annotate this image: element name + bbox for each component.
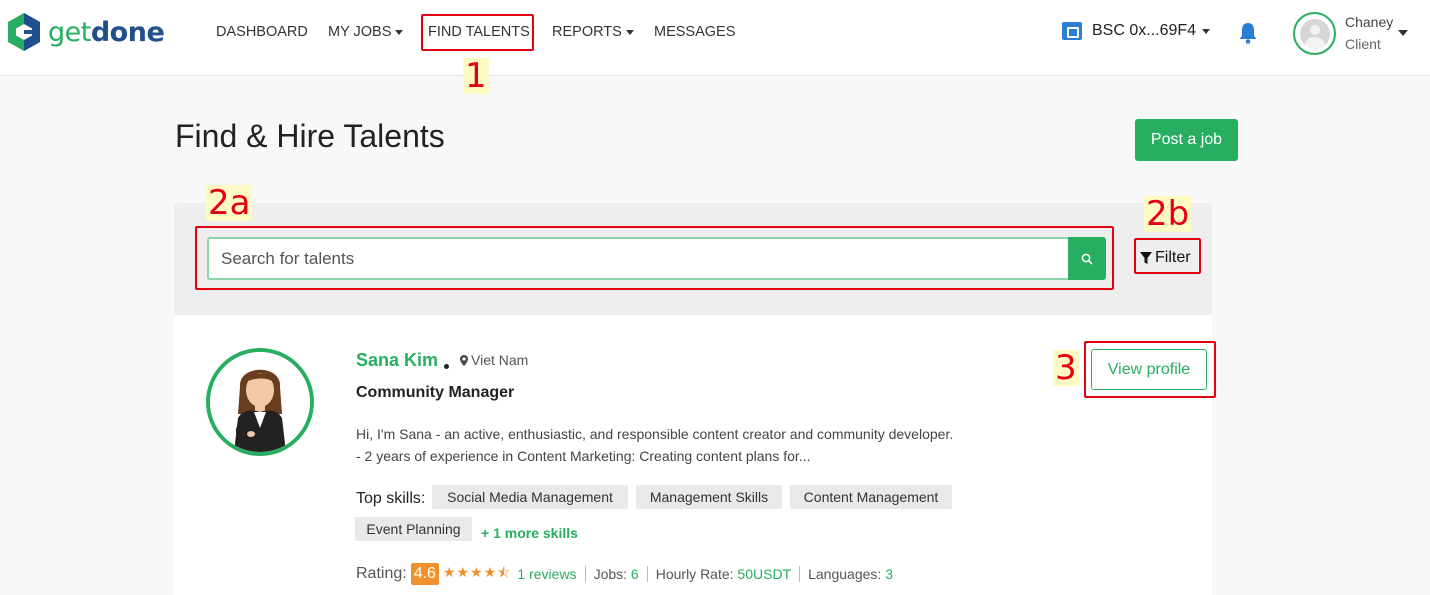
annotation-box-2a — [195, 226, 1114, 290]
talent-avatar[interactable] — [206, 348, 314, 456]
user-placeholder-icon — [1299, 18, 1330, 49]
jobs-label: Jobs: — [593, 566, 628, 582]
annotation-label-2b: 2b — [1144, 194, 1192, 234]
logo-icon — [8, 13, 40, 51]
divider — [799, 566, 801, 582]
post-job-button[interactable]: Post a job — [1135, 119, 1238, 161]
user-role: Client — [1345, 36, 1381, 52]
talent-location: Viet Nam — [460, 352, 528, 368]
talent-location-text: Viet Nam — [471, 352, 529, 368]
wallet-icon — [1062, 22, 1082, 40]
talent-bio-line2: - 2 years of experience in Content Marke… — [356, 448, 811, 464]
skill-tag: Event Planning — [355, 517, 472, 541]
talent-role: Community Manager — [356, 384, 515, 401]
skill-tag: Content Management — [790, 485, 952, 509]
jobs-value: 6 — [630, 566, 639, 582]
page-title: Find & Hire Talents — [175, 118, 445, 154]
annotation-box-1 — [421, 14, 534, 51]
nav-dashboard[interactable]: DASHBOARD — [216, 24, 308, 40]
brand-name: getdone — [48, 16, 165, 48]
talent-stats: Rating: 4.6 ★★★★⯪ 1 reviews Jobs: 6 Hour… — [356, 561, 893, 587]
nav-messages[interactable]: MESSAGES — [654, 24, 735, 40]
brand-logo[interactable]: getdone — [6, 12, 165, 52]
divider — [584, 566, 586, 582]
rate-value: 50USDT — [737, 566, 792, 582]
user-name[interactable]: Chaney — [1345, 14, 1393, 30]
nav-reports[interactable]: REPORTS — [552, 24, 634, 40]
chevron-down-icon — [395, 29, 404, 35]
top-navbar: getdone DASHBOARD MY JOBS FIND TALENTS R… — [0, 0, 1430, 76]
nav-my-jobs[interactable]: MY JOBS — [328, 24, 404, 40]
annotation-box-2b — [1134, 238, 1201, 274]
rate-label: Hourly Rate: — [655, 566, 734, 582]
languages-label: Languages: — [808, 566, 882, 582]
talent-bio-line1: Hi, I'm Sana - an active, enthusiastic, … — [356, 426, 954, 442]
map-pin-icon — [460, 354, 468, 366]
annotation-label-3: 3 — [1053, 348, 1079, 388]
nav-my-jobs-label: MY JOBS — [328, 24, 392, 40]
annotation-box-3 — [1084, 341, 1216, 398]
chevron-down-icon — [625, 29, 634, 35]
wallet-selector[interactable]: BSC 0x...69F4 — [1062, 22, 1211, 40]
talent-name[interactable]: Sana Kim — [356, 350, 438, 371]
rating-label: Rating: — [356, 565, 407, 582]
talent-photo — [210, 352, 310, 452]
rating-badge: 4.6 — [410, 563, 439, 585]
star-rating-icon: ★★★★⯪ — [442, 564, 512, 580]
skill-tag: Social Media Management — [432, 485, 628, 509]
annotation-label-1: 1 — [463, 56, 489, 96]
wallet-address: BSC 0x...69F4 — [1092, 22, 1197, 39]
bell-icon[interactable] — [1238, 22, 1258, 44]
skill-tag: Management Skills — [636, 485, 782, 509]
separator-dot — [444, 364, 449, 369]
chevron-down-icon — [1202, 28, 1211, 34]
chevron-down-icon[interactable] — [1398, 30, 1408, 36]
annotation-label-2a: 2a — [206, 183, 253, 223]
divider — [646, 566, 648, 582]
more-skills-link[interactable]: + 1 more skills — [481, 525, 578, 541]
nav-reports-label: REPORTS — [552, 24, 622, 40]
skills-label: Top skills: — [356, 490, 426, 507]
languages-value: 3 — [885, 566, 893, 582]
reviews-link[interactable]: 1 reviews — [517, 566, 576, 582]
user-avatar[interactable] — [1293, 12, 1336, 55]
